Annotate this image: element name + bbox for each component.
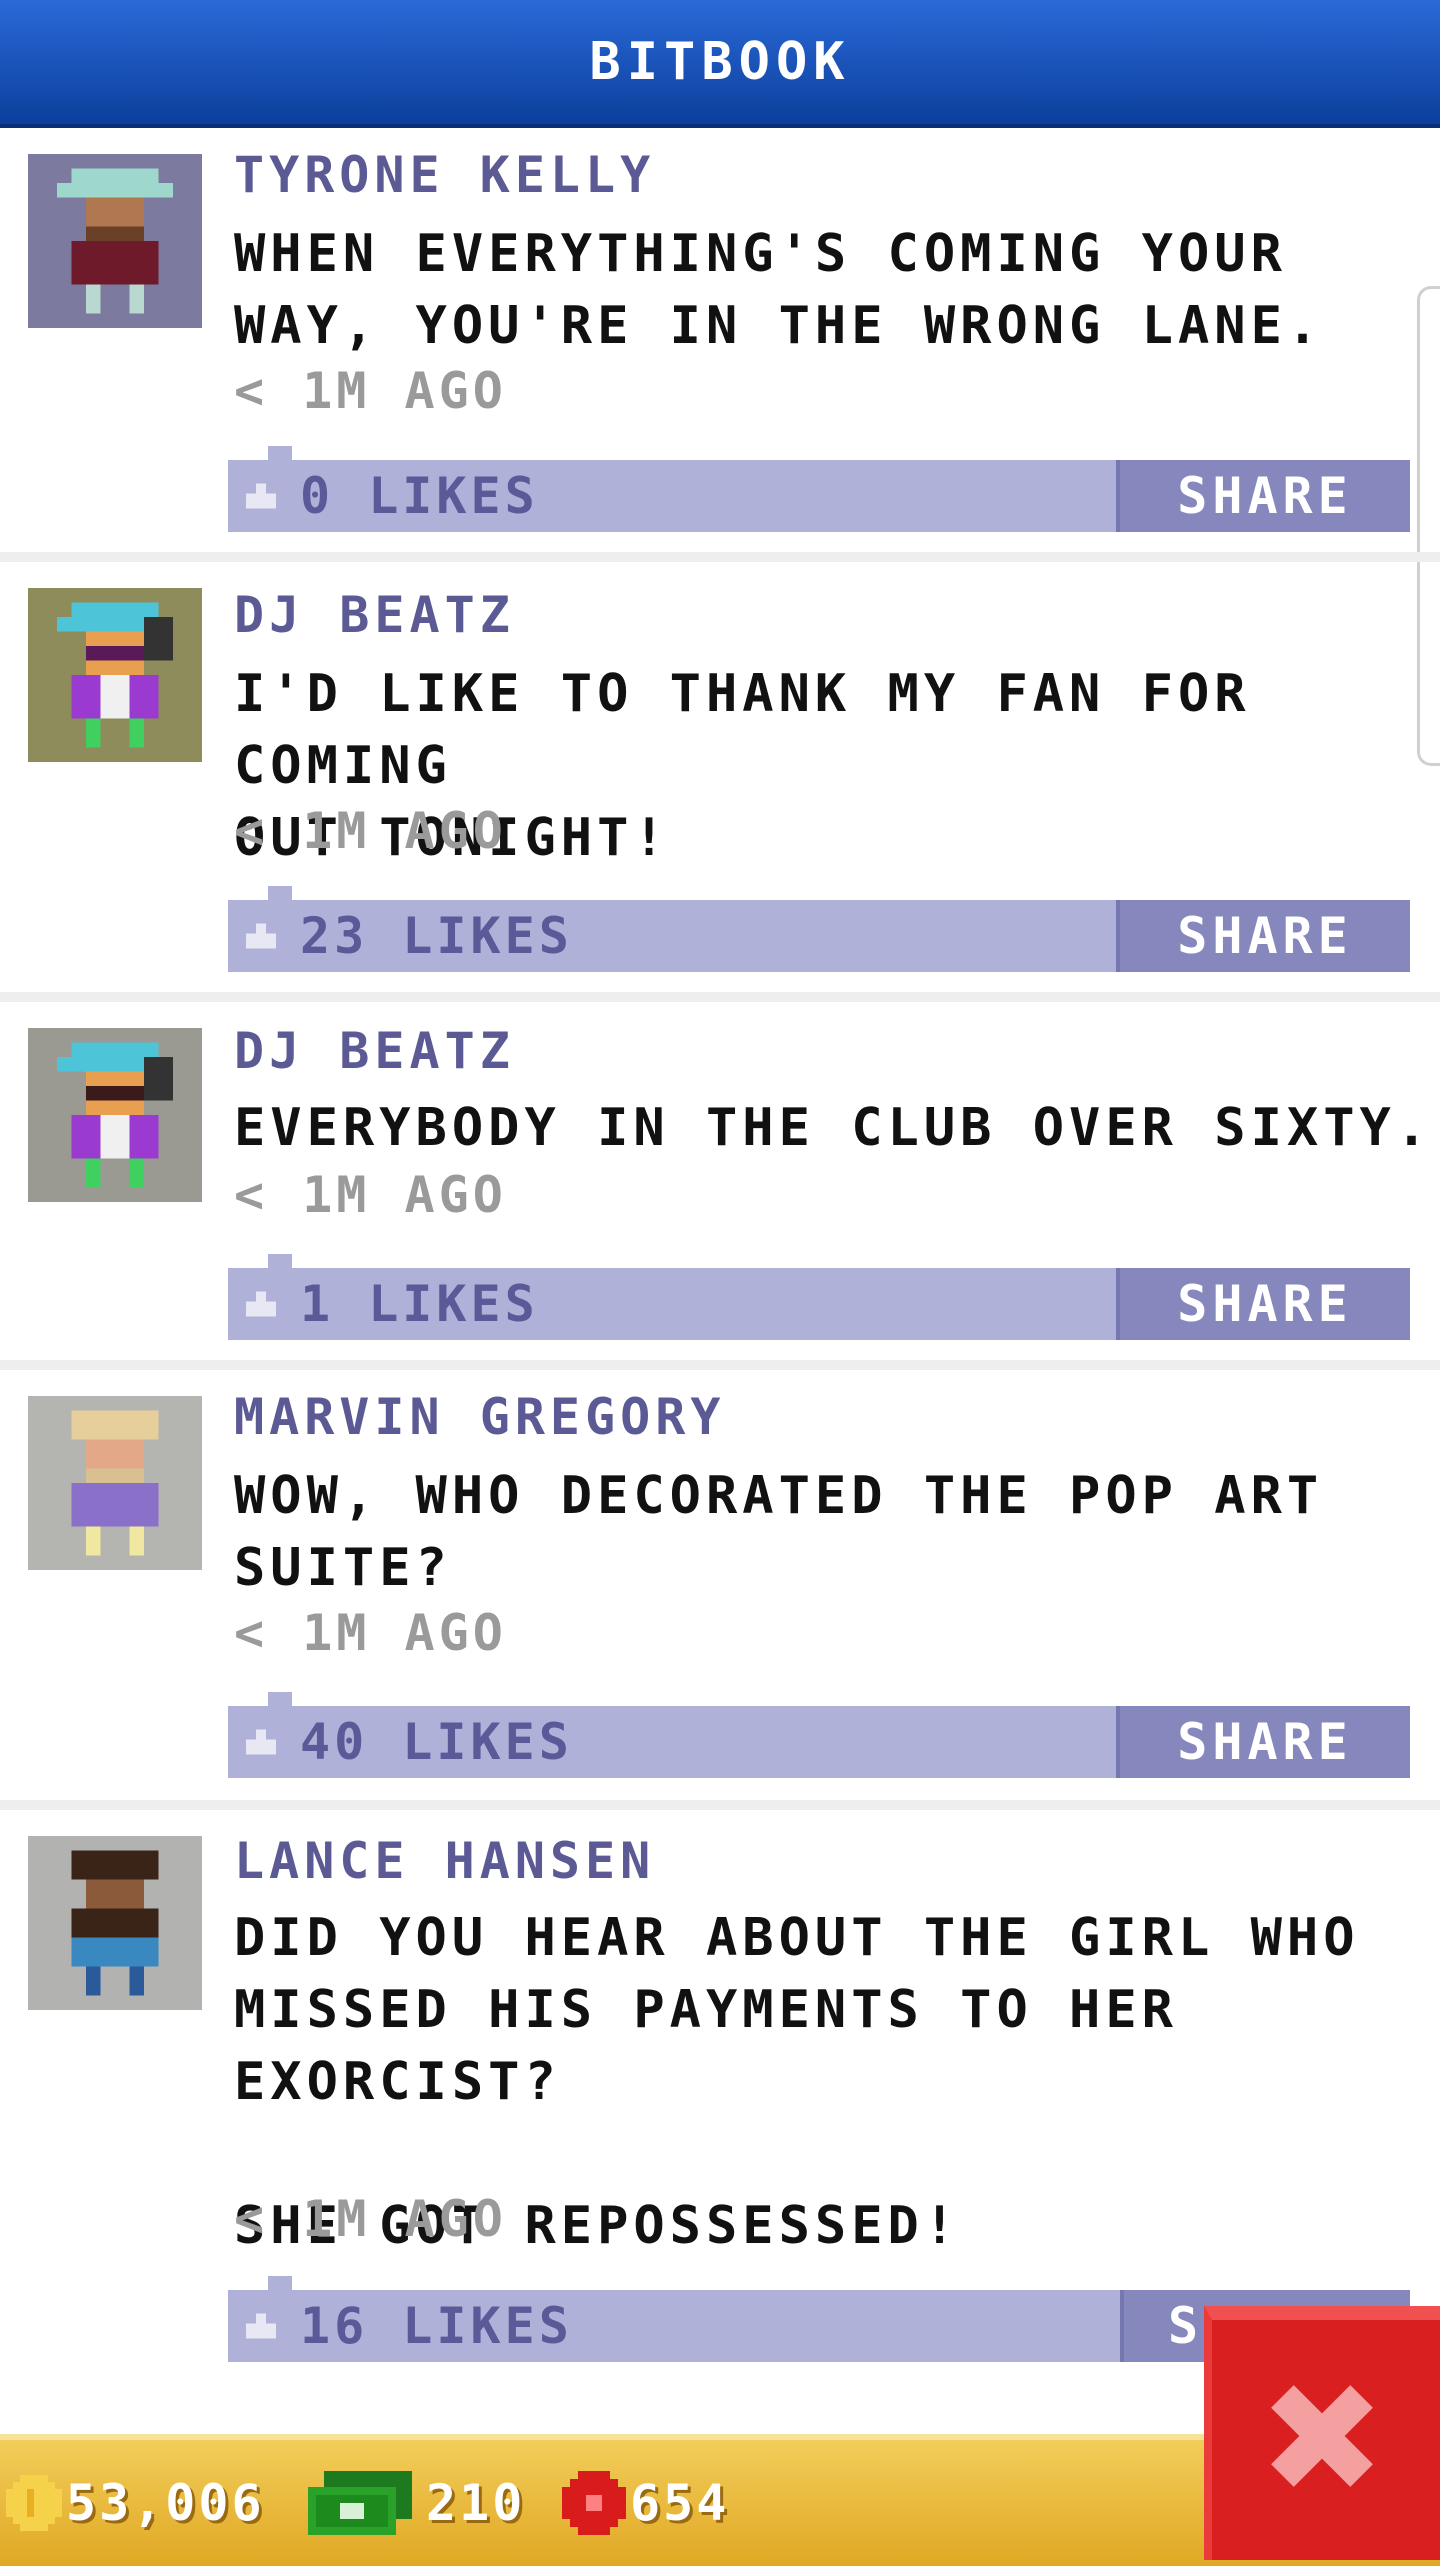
thumbs-up-icon (246, 2313, 276, 2339)
post-text: WOW, WHO DECORATED THE POP ART SUITE? (234, 1466, 1324, 1598)
like-button[interactable]: 40 LIKES (246, 1706, 573, 1778)
token-icon (562, 2471, 626, 2535)
share-button[interactable]: SHARE (1116, 900, 1410, 972)
tokens-counter[interactable]: 654 (562, 2440, 729, 2566)
like-bar-tab (268, 446, 292, 460)
like-button[interactable]: 23 LIKES (246, 900, 573, 972)
post-time: < 1M AGO (234, 1604, 507, 1662)
coin-icon (6, 2475, 62, 2531)
post-author[interactable]: MARVIN GREGORY (234, 1388, 725, 1446)
like-count: 0 LIKES (300, 467, 539, 525)
bux-value: 210 (426, 2474, 526, 2532)
post-author[interactable]: DJ BEATZ (234, 586, 515, 644)
avatar[interactable] (28, 588, 202, 762)
bux-counter[interactable]: 210 (308, 2440, 525, 2566)
share-button[interactable]: SHARE (1116, 1706, 1410, 1778)
app-title: BITBOOK (589, 32, 851, 92)
close-icon (1271, 2385, 1373, 2487)
post-text: EVERYBODY IN THE CLUB OVER SIXTY. (234, 1098, 1433, 1158)
like-count: 1 LIKES (300, 1275, 539, 1333)
like-bar-tab (268, 1254, 292, 1268)
post-text: WHEN EVERYTHING'S COMING YOUR WAY, YOU'R… (234, 224, 1324, 356)
post-item: DJ BEATZ I'D LIKE TO THANK MY FAN FOR CO… (0, 562, 1440, 1002)
like-bar-tab (268, 886, 292, 900)
post-item: TYRONE KELLY WHEN EVERYTHING'S COMING YO… (0, 128, 1440, 562)
close-button[interactable] (1204, 2306, 1440, 2560)
post-item: DJ BEATZ EVERYBODY IN THE CLUB OVER SIXT… (0, 1002, 1440, 1370)
coins-counter[interactable]: 53,006 (6, 2440, 265, 2566)
like-bar-tab (268, 1692, 292, 1706)
post-time: < 1M AGO (234, 1166, 507, 1224)
coins-value: 53,006 (66, 2474, 265, 2532)
avatar[interactable] (28, 154, 202, 328)
share-button[interactable]: SHARE (1116, 1268, 1410, 1340)
like-bar: 0 LIKES SHARE (228, 446, 1410, 532)
avatar[interactable] (28, 1836, 202, 2010)
like-count: 23 LIKES (300, 907, 573, 965)
post-author[interactable]: TYRONE KELLY (234, 146, 655, 204)
like-button[interactable]: 16 LIKES (246, 2290, 573, 2362)
like-bar: 40 LIKES SHARE (228, 1692, 1410, 1778)
post-time: < 1M AGO (234, 362, 507, 420)
like-bar: 23 LIKES SHARE (228, 886, 1410, 972)
like-bar-tab (268, 2276, 292, 2290)
post-time: < 1M AGO (234, 802, 507, 860)
post-author[interactable]: LANCE HANSEN (234, 1832, 655, 1890)
post-item: MARVIN GREGORY WOW, WHO DECORATED THE PO… (0, 1370, 1440, 1810)
share-button[interactable]: SHARE (1116, 460, 1410, 532)
avatar[interactable] (28, 1028, 202, 1202)
like-bar: 1 LIKES SHARE (228, 1254, 1410, 1340)
post-author[interactable]: DJ BEATZ (234, 1022, 515, 1080)
like-button[interactable]: 1 LIKES (246, 1268, 539, 1340)
post-time: < 1M AGO (234, 2190, 507, 2248)
thumbs-up-icon (246, 1729, 276, 1755)
app-header: BITBOOK (0, 0, 1440, 128)
avatar[interactable] (28, 1396, 202, 1570)
like-count: 16 LIKES (300, 2297, 573, 2355)
thumbs-up-icon (246, 1291, 276, 1317)
bux-icon (308, 2471, 412, 2535)
thumbs-up-icon (246, 483, 276, 509)
tokens-value: 654 (630, 2474, 730, 2532)
like-button[interactable]: 0 LIKES (246, 460, 539, 532)
thumbs-up-icon (246, 923, 276, 949)
like-count: 40 LIKES (300, 1713, 573, 1771)
